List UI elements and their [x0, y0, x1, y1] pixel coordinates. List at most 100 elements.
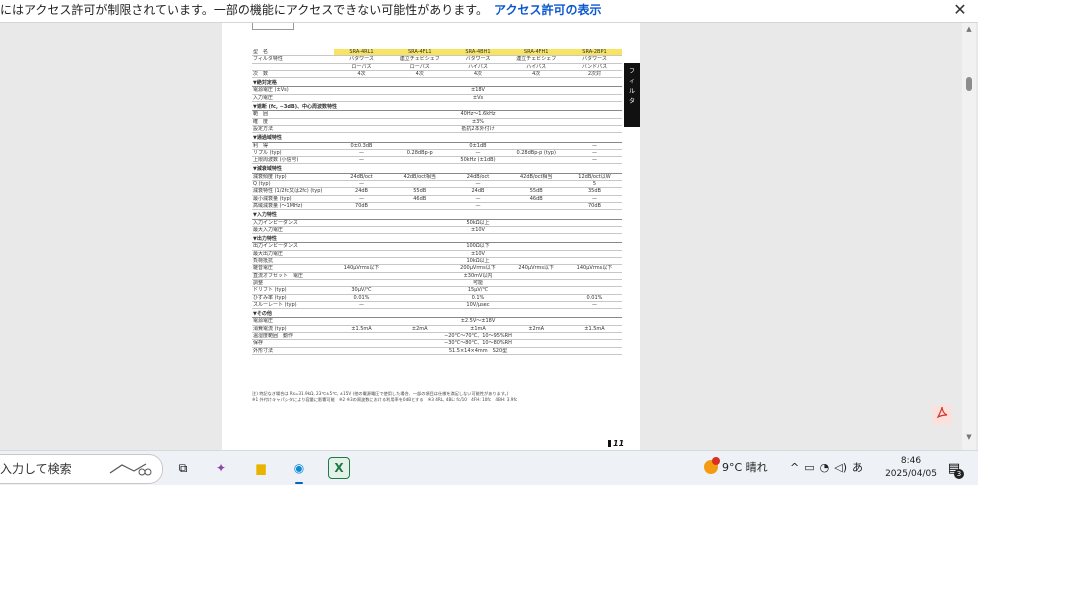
spec-row: 利 得 0±0.3dB 0±1dB —	[252, 142, 622, 150]
spec-row-label: 入力電圧	[252, 94, 334, 103]
spec-row: ひずみ率 (typ) 0.01% 0.1% 0.01%	[252, 294, 622, 302]
spec-cell	[505, 294, 567, 302]
spec-cell: —	[334, 180, 389, 189]
spec-cell: ±1.5mA	[566, 325, 622, 334]
pdf-icon[interactable]	[932, 405, 952, 425]
copilot-icon[interactable]: ✦	[210, 457, 232, 479]
edge-browser-icon[interactable]: ◉	[288, 457, 310, 484]
model-name-cell: SRA-4RL1	[334, 49, 389, 57]
spec-cell: 0.01%	[566, 294, 622, 302]
task-view-icon[interactable]: ⧉	[172, 457, 194, 479]
spec-cell	[389, 202, 451, 211]
spec-cell: ±Vs	[334, 94, 622, 103]
pdf-viewer[interactable]: 型 名 SRA-4RL1 SRA-4FL1 SRA-4BH1 SRA-4FH1 SRA-2…	[0, 23, 962, 450]
spec-cell	[505, 180, 567, 189]
ime-indicator[interactable]: あ	[852, 461, 863, 474]
spec-cell: 35dB	[566, 187, 622, 196]
spec-cell: ±1.5mA	[334, 325, 389, 334]
pdf-glyph-icon	[936, 406, 948, 419]
spec-cell: ハイパス	[450, 63, 506, 71]
footnote-2: ※1 外付けキャパシタにより容量に影響可能 ※2 ※3の周波数における利用率を0…	[252, 397, 518, 402]
spec-row-label: 電源電圧 (±Vs)	[252, 86, 334, 95]
spec-cell: 42dB/oct相当	[389, 173, 451, 182]
spec-cell: ±2mA	[505, 325, 567, 334]
spec-cell: 30μV/℃	[334, 286, 389, 295]
spec-cell: 46dB	[505, 195, 567, 203]
spec-cell: —	[566, 142, 622, 150]
scroll-down-icon[interactable]: ▼	[962, 433, 976, 441]
spec-cell: —	[450, 195, 506, 203]
close-icon[interactable]: ✕	[950, 0, 970, 20]
weather-sun-icon	[704, 457, 720, 474]
vertical-scrollbar[interactable]: ▲ ▼	[962, 23, 976, 450]
spec-row-label: Q (typ)	[252, 180, 334, 189]
infobar-message-text: にはアクセス許可が制限されています。一部の機能にアクセスできない可能性があります…	[0, 3, 489, 17]
battery-icon[interactable]: ▭	[804, 461, 814, 474]
excel-icon[interactable]: X	[328, 457, 350, 479]
spec-row: ドリフト (typ) 30μV/℃ 15μV/℃	[252, 286, 622, 295]
spec-row-label	[252, 63, 334, 71]
spec-row: 電源電圧 (±Vs) ±18V	[252, 86, 622, 95]
scrollbar-thumb[interactable]	[966, 77, 972, 91]
spec-section-header: ▼その他	[252, 308, 622, 319]
spec-section-header: ▼絶対定格	[252, 77, 622, 88]
spec-cell: ±1mA	[450, 325, 506, 334]
spec-cell: ±10V	[334, 250, 622, 259]
spec-cell: 0.1%	[450, 294, 506, 302]
spec-section-header: ▼入力特性	[252, 209, 622, 220]
spec-row-label: 上限周波数 (小信号)	[252, 156, 334, 165]
spec-row-label: ▼その他	[252, 308, 622, 319]
spec-row-label: 温湿度範囲 動作	[252, 332, 334, 341]
spec-cell: バタワース	[566, 55, 622, 64]
weather-widget[interactable]: 9°C 晴れ	[704, 457, 768, 478]
spec-row-label: ひずみ率 (typ)	[252, 294, 334, 302]
spec-cell: 0±0.3dB	[334, 142, 389, 150]
spec-row-label: 消費電流 (typ)	[252, 325, 334, 334]
view-permissions-link[interactable]: アクセス許可の表示	[494, 3, 601, 17]
spec-row-label: 設定方法	[252, 125, 334, 134]
volume-icon[interactable]: ◁)	[834, 461, 847, 474]
spec-cell: 70dB	[334, 202, 389, 211]
spec-row: 設定方法 抵抗2本外付け	[252, 125, 622, 134]
side-tab-char: ィ	[628, 78, 635, 85]
scroll-up-icon[interactable]: ▲	[962, 25, 976, 33]
notification-icon[interactable]: ▤ 3	[944, 459, 964, 479]
spec-cell: 24dB/oct	[334, 173, 389, 182]
spec-cell: —	[566, 301, 622, 310]
spec-row-label: リプル (typ)	[252, 149, 334, 158]
system-tray: ^ ▭ ◔ ◁) あ	[790, 459, 868, 477]
chevron-up-icon[interactable]: ^	[790, 461, 799, 474]
spec-cell: 0.28dBp-p	[389, 149, 451, 158]
file-explorer-icon[interactable]: ▆	[250, 457, 272, 479]
spec-row: 範 囲 40Hz〜1.6kHz	[252, 110, 622, 119]
spec-row-label: 直流オフセット 電圧	[252, 272, 334, 280]
spec-cell: ±2mA	[389, 325, 451, 334]
spec-cell: —	[566, 195, 622, 203]
model-name-cell: SRA-4BH1	[450, 49, 506, 57]
spec-row-label: 最小減衰量 (typ)	[252, 195, 334, 203]
spec-cell: 50kΩ以上	[334, 219, 622, 227]
taskbar-search-box[interactable]: 入力して検索	[0, 454, 163, 484]
spec-row-label: 型 名	[252, 49, 334, 57]
spec-cell: 4次	[389, 70, 451, 79]
spec-cell	[505, 156, 567, 165]
spec-cell: 15μV/℃	[450, 286, 506, 295]
spec-cell	[389, 142, 451, 150]
wifi-icon[interactable]: ◔	[820, 461, 830, 474]
spec-cell	[505, 301, 567, 310]
taskbar: 入力して検索 ⧉ ✦ ▆ ◉ X 9°C 晴れ ^ ▭ ◔ ◁) あ 8:46 2025…	[0, 450, 978, 485]
spec-row: リプル (typ) —0.28dBp-p —0.28dBp-p (typ) —	[252, 149, 622, 158]
spec-cell: 可能	[334, 279, 622, 288]
spec-cell: 240μVrms以下	[505, 264, 567, 273]
spec-cell: −30℃〜80℃、10〜80%RH	[334, 339, 622, 348]
spec-table: 型 名 SRA-4RL1 SRA-4FL1 SRA-4BH1 SRA-4FH1 SRA-2…	[252, 49, 622, 355]
page-number-mark	[608, 440, 611, 447]
model-name-cell: SRA-4FL1	[389, 49, 451, 57]
side-tab-char: フ	[628, 68, 635, 75]
taskbar-clock[interactable]: 8:46 2025/04/05	[880, 455, 942, 481]
spec-row-label: ▼出力特性	[252, 233, 622, 244]
spec-row-label: 最大出力電圧	[252, 250, 334, 259]
spec-cell: バタワース	[450, 55, 506, 64]
spec-section-header: ▼減衰域特性	[252, 163, 622, 174]
spec-cell: −20℃〜70℃、10〜95%RH	[334, 332, 622, 341]
